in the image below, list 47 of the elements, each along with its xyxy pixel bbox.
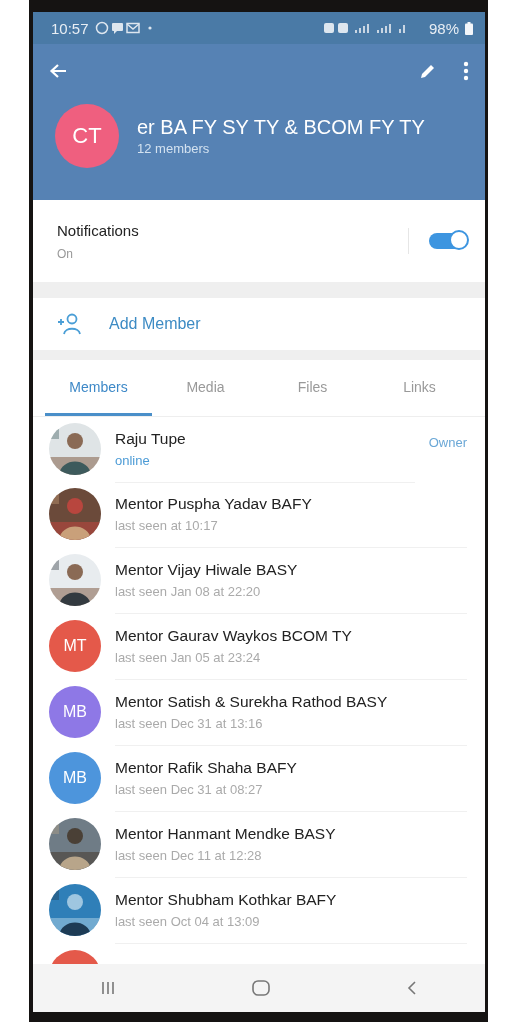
group-title: er BA FY SY TY & BCOM FY TY bbox=[137, 116, 425, 139]
dot-icon bbox=[147, 26, 152, 30]
member-name: Mentor Puspha Yadav BAFY bbox=[115, 494, 313, 513]
signal-icon bbox=[376, 24, 391, 33]
member-name: Mentor Shubham Kothkar BAFY bbox=[115, 890, 338, 909]
tab[interactable]: Links bbox=[366, 360, 473, 416]
mail-icon bbox=[125, 22, 140, 34]
notifications-toggle[interactable] bbox=[429, 233, 467, 249]
member-name: Mentor Vijay Hiwale BASY bbox=[115, 560, 299, 579]
signal-icon bbox=[398, 25, 405, 33]
tab[interactable]: Media bbox=[152, 360, 259, 416]
member-status: last seen Dec 11 at 12:28 bbox=[115, 847, 263, 863]
member-avatar: MB bbox=[49, 752, 101, 804]
tab[interactable]: Files bbox=[259, 360, 366, 416]
pencil-icon bbox=[419, 62, 437, 80]
member-status: last seen Dec 31 at 13:16 bbox=[115, 715, 264, 731]
add-member-row[interactable]: Add Member bbox=[33, 298, 485, 350]
member-status: last seen Oct 04 at 13:09 bbox=[115, 913, 261, 929]
member-name: Mentor Hanmant Mendke BASY bbox=[115, 824, 337, 843]
back-arrow-icon bbox=[49, 63, 67, 79]
group-avatar: CT bbox=[55, 104, 119, 168]
member-name: Mentor Satish & Surekha Rathod BASY bbox=[115, 692, 389, 711]
add-member-label: Add Member bbox=[109, 315, 201, 333]
signal-icon bbox=[354, 24, 369, 33]
member-name: Mentor Gaurav Waykos BCOM TY bbox=[115, 626, 353, 645]
member-status: last seen Jan 08 at 22:20 bbox=[115, 583, 262, 599]
back-chevron-icon bbox=[405, 980, 418, 996]
member-name: Mentor Rafik Shaha BAFY bbox=[115, 758, 298, 777]
member-status: last seen Jan 05 at 23:24 bbox=[115, 649, 262, 665]
battery-icon bbox=[465, 21, 473, 35]
battery-percent: 98% bbox=[428, 19, 459, 37]
owner-label: Owner bbox=[428, 435, 467, 450]
member-name: Raju Tupe bbox=[115, 429, 187, 448]
recents-icon bbox=[100, 980, 117, 996]
member-status: last seen at 10:17 bbox=[115, 517, 219, 533]
message-icon bbox=[111, 23, 123, 34]
member-count: 12 members bbox=[137, 141, 211, 156]
member-avatar: MT bbox=[49, 620, 101, 672]
clock-time: 10:57 bbox=[51, 19, 89, 37]
home-icon bbox=[251, 979, 271, 997]
member-status: online bbox=[115, 452, 151, 468]
add-person-icon bbox=[57, 312, 83, 336]
notifications-value: On bbox=[57, 246, 74, 261]
member-status: last seen Dec 31 at 08:27 bbox=[115, 781, 264, 797]
more-icon bbox=[463, 61, 469, 81]
member-avatar: MB bbox=[49, 686, 101, 738]
notifications-label: Notifications bbox=[57, 221, 140, 239]
